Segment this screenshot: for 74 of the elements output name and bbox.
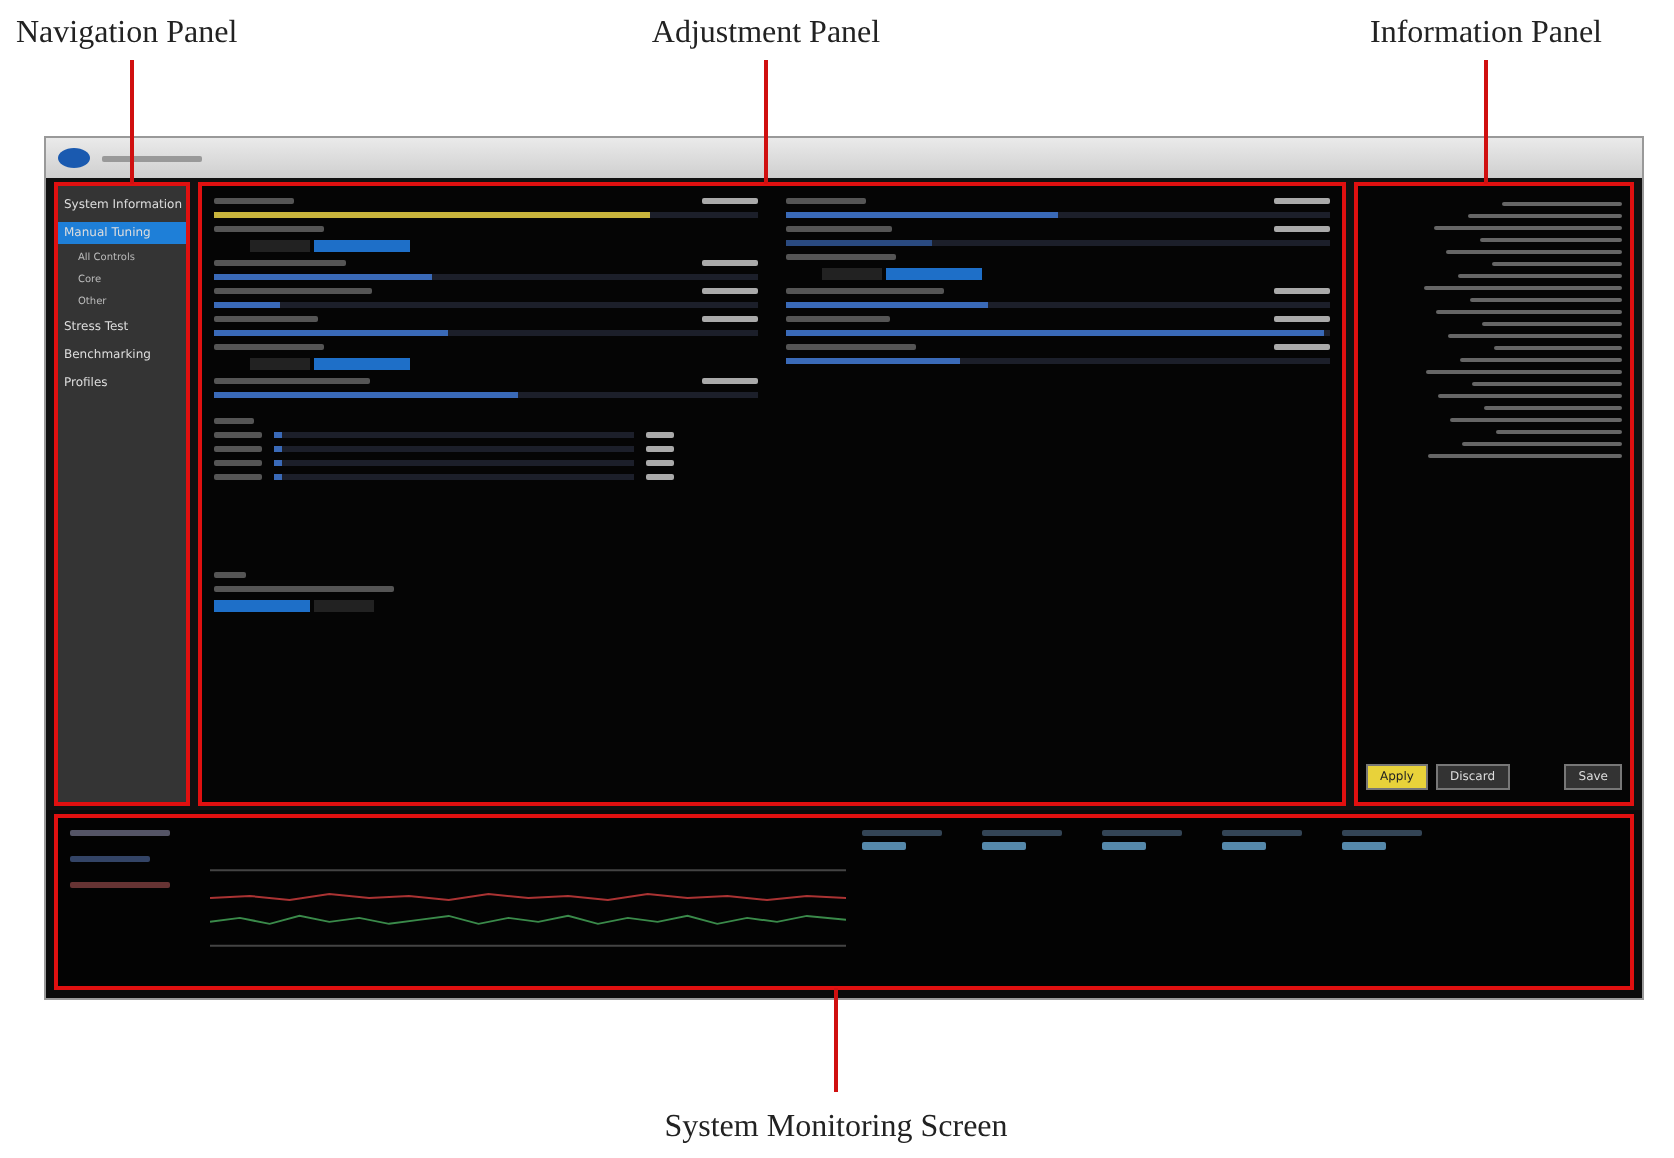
blurred-text [646, 474, 674, 480]
blurred-text [786, 344, 916, 350]
leader-line [1484, 60, 1488, 184]
blurred-text [1341, 830, 1422, 836]
logo-icon [58, 148, 90, 168]
toggle-option[interactable] [314, 358, 410, 370]
callout-label: System Monitoring Screen [664, 1110, 1008, 1146]
blurred-text [214, 344, 324, 350]
blurred-text [786, 254, 896, 260]
blurred-text [1274, 344, 1330, 350]
blurred-text [702, 378, 758, 384]
callout-label: Adjustment Panel [651, 16, 881, 52]
slider-track[interactable] [214, 274, 758, 280]
blurred-text [1341, 842, 1386, 850]
toggle-option[interactable] [250, 358, 310, 370]
blurred-text [702, 288, 758, 294]
blurred-text [214, 474, 262, 480]
toggle-option[interactable] [822, 268, 882, 280]
blurred-text [861, 842, 906, 850]
toggle-option[interactable] [314, 240, 410, 252]
blurred-text [1274, 198, 1330, 204]
blurred-text [214, 316, 318, 322]
slider-track[interactable] [786, 240, 1330, 246]
blurred-text [786, 198, 866, 204]
toggle-option[interactable] [250, 240, 310, 252]
blurred-text [1101, 842, 1146, 850]
toggle-option[interactable] [314, 600, 374, 612]
slider-track[interactable] [214, 212, 758, 218]
toggle-option[interactable] [214, 600, 310, 612]
slider-track[interactable] [786, 212, 1330, 218]
blurred-text [646, 446, 674, 452]
blurred-text [786, 226, 892, 232]
leader-line [764, 60, 768, 184]
slider-track[interactable] [786, 302, 1330, 308]
slider-track[interactable] [786, 358, 1330, 364]
blurred-text [1274, 226, 1330, 232]
blurred-text [214, 226, 324, 232]
blurred-text [70, 882, 170, 888]
blurred-text [646, 432, 674, 438]
blurred-text [786, 316, 890, 322]
blurred-text [102, 155, 202, 161]
callout-label: Information Panel [1370, 16, 1602, 52]
blurred-text [1221, 830, 1302, 836]
blurred-text [702, 316, 758, 322]
blurred-text [1274, 288, 1330, 294]
blurred-text [214, 572, 246, 578]
callout-label: Navigation Panel [16, 16, 238, 52]
blurred-text [214, 260, 346, 266]
leader-line [834, 988, 838, 1092]
slider-track[interactable] [274, 460, 634, 466]
blurred-text [1221, 842, 1266, 850]
slider-track[interactable] [274, 446, 634, 452]
blurred-text [1274, 316, 1330, 322]
toggle-option[interactable] [886, 268, 982, 280]
blurred-text [70, 856, 150, 862]
blurred-text [1101, 830, 1182, 836]
blurred-text [214, 432, 262, 438]
blurred-text [981, 830, 1062, 836]
slider-track[interactable] [274, 432, 634, 438]
leader-line [130, 60, 134, 184]
blurred-text [981, 842, 1026, 850]
blurred-text [70, 830, 170, 836]
blurred-text [214, 446, 262, 452]
blurred-text [214, 460, 262, 466]
blurred-text [702, 260, 758, 266]
blurred-text [214, 418, 254, 424]
blurred-text [646, 460, 674, 466]
slider-track[interactable] [214, 330, 758, 336]
blurred-text [214, 198, 294, 204]
slider-track[interactable] [274, 474, 634, 480]
slider-track[interactable] [214, 302, 758, 308]
blurred-text [861, 830, 942, 836]
blurred-text [702, 198, 758, 204]
slider-track[interactable] [214, 392, 758, 398]
